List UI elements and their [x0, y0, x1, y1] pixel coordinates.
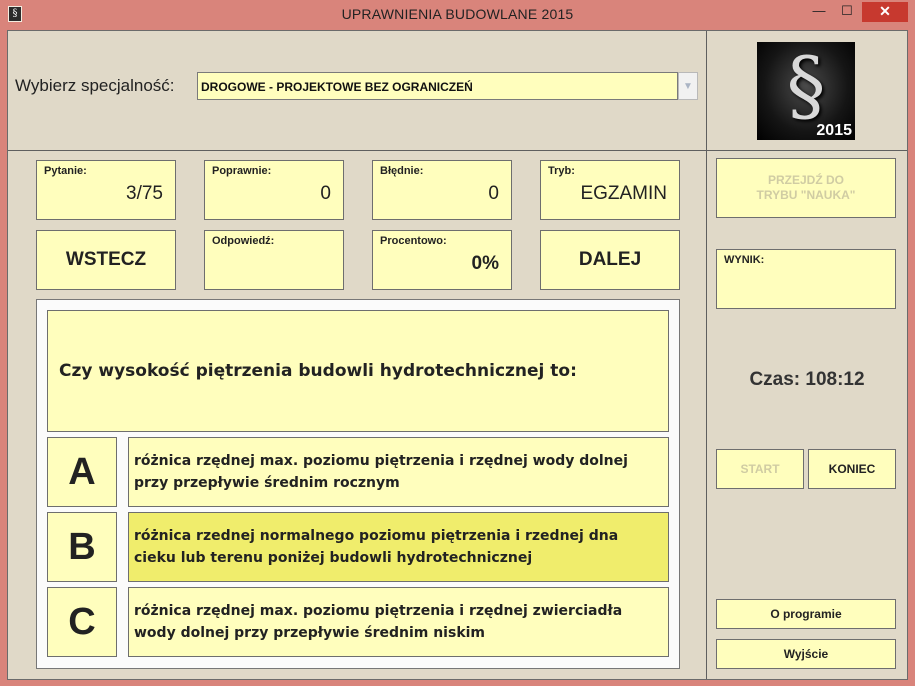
chevron-down-icon[interactable]: ▼ [678, 72, 698, 100]
wrong-counter-value: 0 [488, 183, 499, 204]
start-button[interactable]: START [716, 449, 804, 489]
answer-b-letter[interactable]: B [47, 512, 117, 582]
specialty-select[interactable]: DROGOWE - PROJEKTOWE BEZ OGRANICZEŃ [197, 72, 678, 100]
logo-year: 2015 [816, 122, 852, 139]
specialty-label: Wybierz specjalność: [15, 76, 175, 95]
answer-c-letter[interactable]: C [47, 587, 117, 657]
vertical-divider [706, 31, 707, 679]
wrong-counter: Błędnie: 0 [372, 160, 512, 220]
wrong-counter-label: Błędnie: [380, 165, 424, 177]
correct-counter-value: 0 [320, 183, 331, 204]
close-button[interactable]: ✕ [862, 2, 908, 22]
question-counter-value: 3/75 [126, 183, 163, 204]
result-box: WYNIK: [716, 249, 896, 309]
maximize-button[interactable]: ☐ [834, 2, 860, 22]
answer-a-option[interactable]: różnica rzędnej max. poziomu piętrzenia … [128, 437, 669, 507]
timer: Czas: 108:12 [749, 369, 865, 390]
percent-label: Procentowo: [380, 235, 447, 247]
mode-indicator: Tryb: EGZAMIN [540, 160, 680, 220]
result-label: WYNIK: [724, 254, 765, 266]
question-counter: Pytanie: 3/75 [36, 160, 176, 220]
correct-counter-label: Poprawnie: [212, 165, 272, 177]
next-button[interactable]: DALEJ [540, 230, 680, 290]
correct-counter: Poprawnie: 0 [204, 160, 344, 220]
mode-label: Tryb: [548, 165, 575, 177]
back-button[interactable]: WSTECZ [36, 230, 176, 290]
answer-c-option[interactable]: różnica rzędnej max. poziomu piętrzenia … [128, 587, 669, 657]
answer-b-option[interactable]: różnica rzednej normalnego poziomu piętr… [128, 512, 669, 582]
answer-box: Odpowiedź: [204, 230, 344, 290]
percent-value: 0% [471, 253, 499, 274]
about-button[interactable]: O programie [716, 599, 896, 629]
exit-button[interactable]: Wyjście [716, 639, 896, 669]
percent-box: Procentowo: 0% [372, 230, 512, 290]
question-text: Czy wysokość piętrzenia budowli hydrotec… [47, 310, 669, 432]
window-title: UPRAWNIENIA BUDOWLANE 2015 [341, 6, 574, 22]
app-logo: § 2015 [757, 42, 855, 140]
mode-value: EGZAMIN [580, 183, 667, 204]
horizontal-divider [8, 150, 907, 151]
minimize-button[interactable]: — [806, 2, 832, 22]
end-button[interactable]: KONIEC [808, 449, 896, 489]
answer-a-letter[interactable]: A [47, 437, 117, 507]
paragraph-icon: § [786, 42, 826, 131]
learn-mode-button[interactable]: PRZEJDŹ DO TRYBU "NAUKA" [716, 158, 896, 218]
answer-label: Odpowiedź: [212, 235, 275, 247]
question-counter-label: Pytanie: [44, 165, 87, 177]
